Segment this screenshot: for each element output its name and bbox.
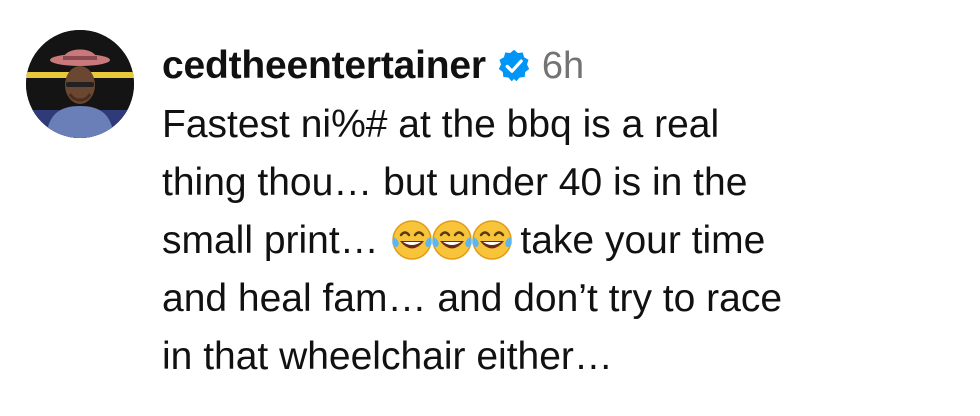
- face-with-tears-of-joy-icon: [470, 218, 514, 262]
- username-link[interactable]: cedtheentertainer: [162, 44, 486, 88]
- comment-text: Fastest ni%# at the bbq is a real thing …: [162, 96, 952, 386]
- profile-photo-icon: [26, 30, 134, 138]
- comment-line-2: thing thou… but under 40 is in the: [162, 161, 748, 204]
- comment-line-3-start: small print…: [162, 219, 379, 262]
- laughing-emojis: [390, 218, 512, 262]
- comment-body: cedtheentertainer 6h Fastest ni%# at the…: [162, 38, 962, 386]
- comment-line-1: Fastest ni%# at the bbq is a real: [162, 103, 720, 146]
- verified-badge-icon: [496, 48, 532, 84]
- comment-line-4: and heal fam… and don’t try to race: [162, 277, 783, 320]
- comment: cedtheentertainer 6h Fastest ni%# at the…: [0, 0, 980, 416]
- comment-line-5: in that wheelchair either…: [162, 335, 613, 378]
- face-with-tears-of-joy-icon: [430, 218, 474, 262]
- timestamp[interactable]: 6h: [542, 45, 584, 88]
- face-with-tears-of-joy-icon: [390, 218, 434, 262]
- comment-line-3: small print… take your time: [162, 212, 952, 270]
- avatar[interactable]: [26, 30, 134, 138]
- comment-header: cedtheentertainer 6h: [162, 38, 962, 94]
- comment-line-3-end: take your time: [520, 219, 766, 262]
